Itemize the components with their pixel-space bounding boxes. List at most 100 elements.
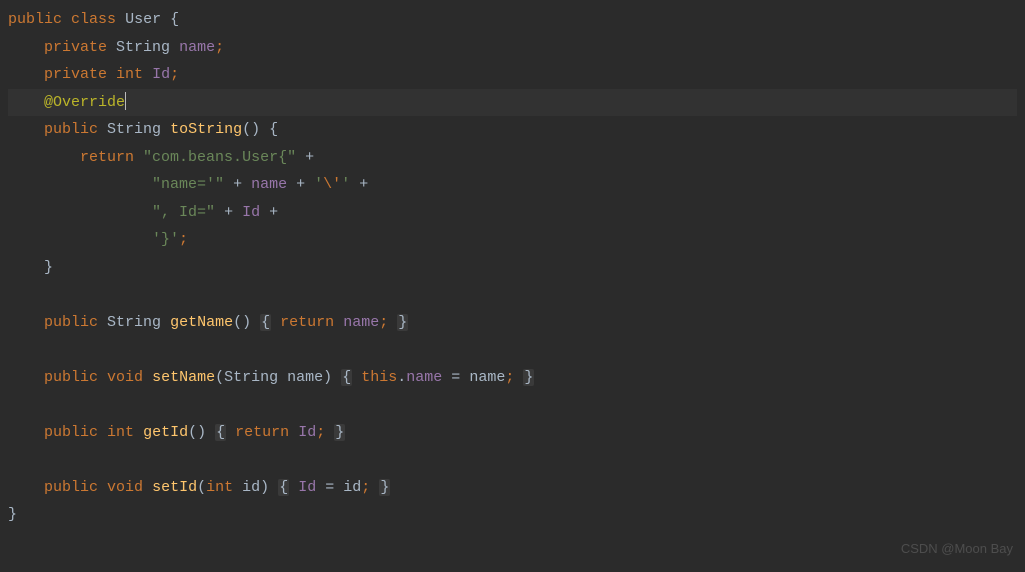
field-id: Id — [298, 424, 316, 441]
text-caret — [125, 92, 126, 110]
brace-close: } — [398, 314, 407, 331]
semicolon: ; — [179, 231, 188, 248]
param-name: name — [287, 369, 323, 386]
keyword-void: void — [107, 479, 143, 496]
paren-open: ( — [188, 424, 197, 441]
code-line: private int Id; — [8, 61, 1017, 89]
paren-close: ) — [197, 424, 206, 441]
field-id: Id — [242, 204, 260, 221]
keyword-public: public — [44, 424, 98, 441]
code-line: public class User { — [8, 6, 1017, 34]
operator-plus: + — [359, 176, 368, 193]
code-line: } — [8, 501, 1017, 529]
method-getid: getId — [143, 424, 188, 441]
field-name: name — [251, 176, 287, 193]
operator-plus: + — [269, 204, 278, 221]
string-literal: "name='" — [152, 176, 224, 193]
operator-plus: + — [305, 149, 314, 166]
string-literal: '\'' — [314, 176, 350, 193]
operator-plus: + — [233, 176, 242, 193]
code-editor[interactable]: public class User { private String name;… — [0, 0, 1025, 535]
keyword-return: return — [235, 424, 289, 441]
semicolon: ; — [505, 369, 514, 386]
method-getname: getName — [170, 314, 233, 331]
operator-plus: + — [224, 204, 233, 221]
keyword-private: private — [44, 66, 107, 83]
code-line: "name='" + name + '\'' + — [8, 171, 1017, 199]
brace-open: { — [216, 424, 225, 441]
annotation-override: @Override — [44, 94, 125, 111]
code-line: public String getName() { return name; } — [8, 309, 1017, 337]
keyword-int: int — [116, 66, 143, 83]
paren-close: ) — [323, 369, 332, 386]
keyword-void: void — [107, 369, 143, 386]
brace-close: } — [380, 479, 389, 496]
operator-dot: . — [397, 369, 406, 386]
field-name: name — [343, 314, 379, 331]
class-name-user: User — [125, 11, 161, 28]
type-string: String — [107, 121, 161, 138]
keyword-int: int — [206, 479, 233, 496]
keyword-public: public — [44, 479, 98, 496]
field-name: name — [406, 369, 442, 386]
paren-open: ( — [242, 121, 251, 138]
keyword-public: public — [44, 314, 98, 331]
code-line: } — [8, 254, 1017, 282]
code-line-blank — [8, 281, 1017, 309]
semicolon: ; — [316, 424, 325, 441]
keyword-class: class — [71, 11, 116, 28]
string-literal: "com.beans.User{" — [143, 149, 296, 166]
method-setid: setId — [152, 479, 197, 496]
code-line: public int getId() { return Id; } — [8, 419, 1017, 447]
code-line: private String name; — [8, 34, 1017, 62]
keyword-public: public — [8, 11, 62, 28]
param-id: id — [343, 479, 361, 496]
operator-plus: + — [296, 176, 305, 193]
watermark-text: CSDN @Moon Bay — [901, 535, 1013, 563]
code-line: return "com.beans.User{" + — [8, 144, 1017, 172]
operator-eq: = — [325, 479, 334, 496]
keyword-return: return — [280, 314, 334, 331]
keyword-public: public — [44, 369, 98, 386]
code-line: public String toString() { — [8, 116, 1017, 144]
brace-close: } — [8, 506, 17, 523]
keyword-int: int — [107, 424, 134, 441]
field-name: name — [179, 39, 215, 56]
method-setname: setName — [152, 369, 215, 386]
code-line-active: @Override — [8, 89, 1017, 117]
field-id: Id — [298, 479, 316, 496]
paren-open: ( — [197, 479, 206, 496]
semicolon: ; — [170, 66, 179, 83]
method-tostring: toString — [170, 121, 242, 138]
brace-open: { — [279, 479, 288, 496]
string-literal: '}' — [152, 231, 179, 248]
string-literal: ", Id=" — [152, 204, 215, 221]
param-id: id — [242, 479, 260, 496]
code-line: ", Id=" + Id + — [8, 199, 1017, 227]
paren-open: ( — [233, 314, 242, 331]
brace-open: { — [342, 369, 351, 386]
brace-close: } — [44, 259, 53, 276]
brace-close: } — [335, 424, 344, 441]
operator-eq: = — [451, 369, 460, 386]
code-line: public void setName(String name) { this.… — [8, 364, 1017, 392]
param-name: name — [469, 369, 505, 386]
paren-close: ) — [242, 314, 251, 331]
type-string: String — [224, 369, 278, 386]
paren-open: ( — [215, 369, 224, 386]
brace-close: } — [524, 369, 533, 386]
brace-open: { — [261, 314, 270, 331]
code-line: public void setId(int id) { Id = id; } — [8, 474, 1017, 502]
paren-close: ) — [260, 479, 269, 496]
brace-open: { — [269, 121, 278, 138]
type-string: String — [107, 314, 161, 331]
keyword-return: return — [80, 149, 134, 166]
code-line-blank — [8, 336, 1017, 364]
paren-close: ) — [251, 121, 260, 138]
semicolon: ; — [215, 39, 224, 56]
semicolon: ; — [361, 479, 370, 496]
field-id: Id — [152, 66, 170, 83]
keyword-public: public — [44, 121, 98, 138]
keyword-private: private — [44, 39, 107, 56]
code-line-blank — [8, 446, 1017, 474]
